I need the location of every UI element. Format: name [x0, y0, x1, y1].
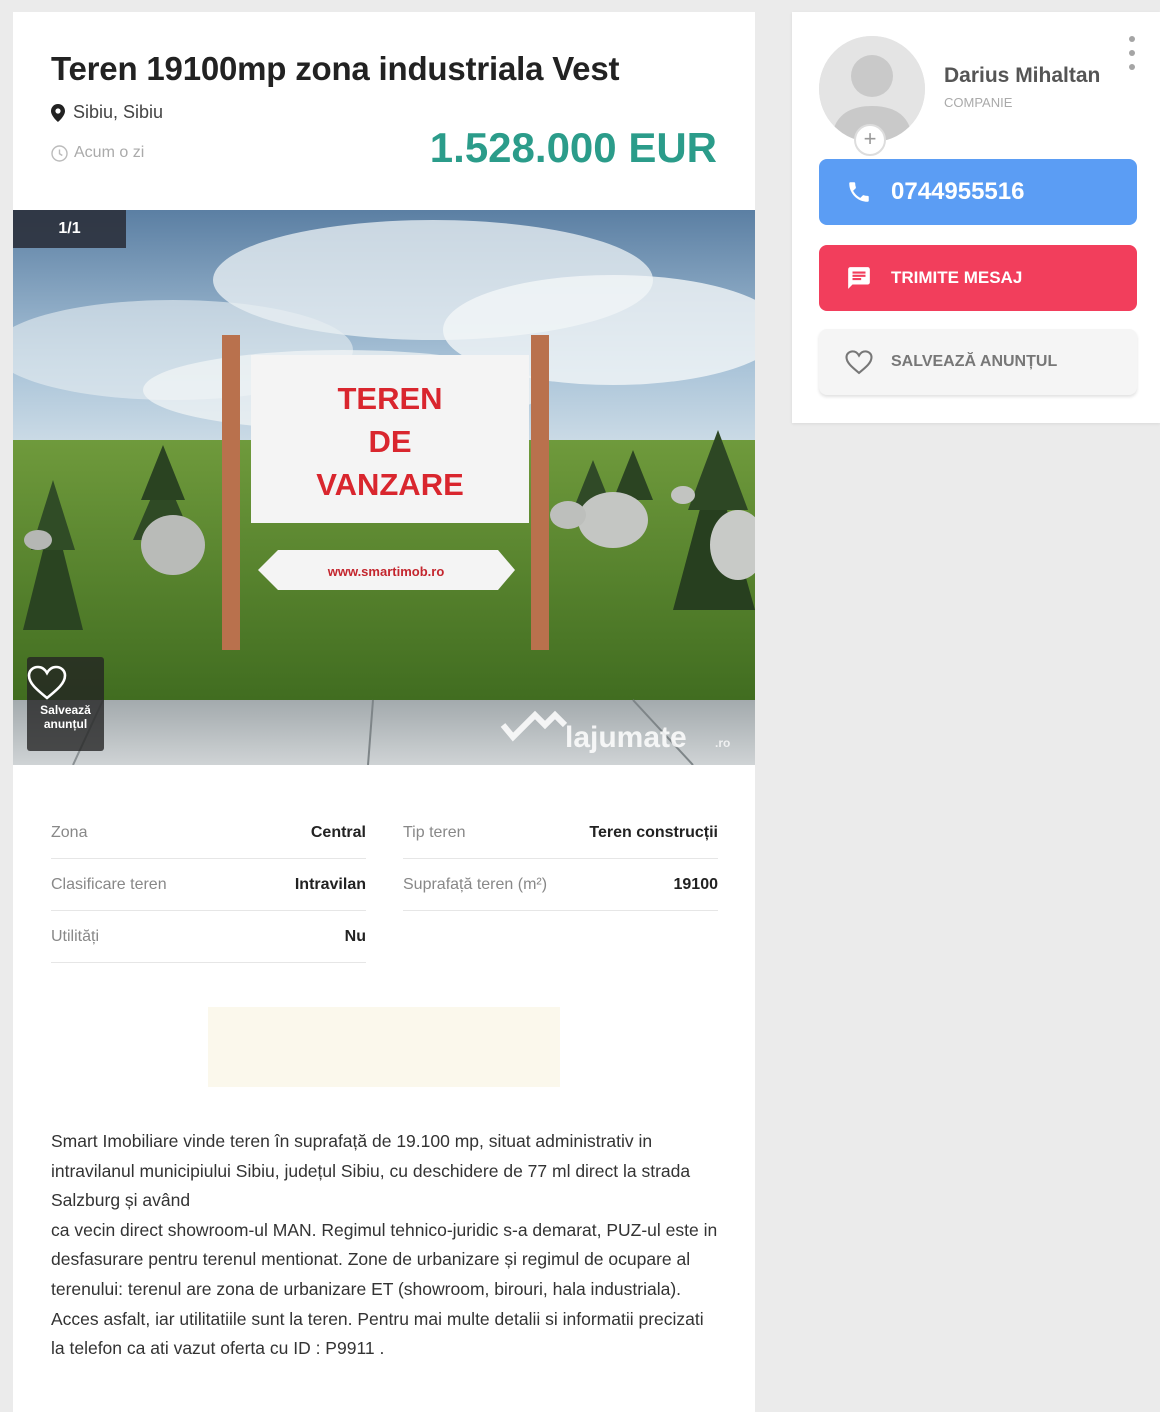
spec-row-zona: Zona Central — [51, 807, 366, 859]
phone-button[interactable]: 0744955516 — [819, 159, 1137, 225]
add-photo-icon[interactable]: + — [854, 124, 886, 156]
spec-value: Nu — [344, 927, 366, 945]
sign-url: www.smartimob.ro — [327, 564, 445, 579]
posted-time-text: Acum o zi — [74, 144, 145, 161]
listing-photo: TEREN DE VANZARE www.smartimob.ro lajuma… — [13, 210, 755, 765]
map-pin-icon — [51, 103, 65, 122]
sign-line-2: DE — [368, 424, 411, 459]
photo-gallery[interactable]: TEREN DE VANZARE www.smartimob.ro lajuma… — [13, 210, 755, 765]
spec-row-utilitati: Utilități Nu — [51, 911, 366, 963]
listing-title: Teren 19100mp zona industriala Vest — [51, 50, 620, 87]
save-listing-overlay-button[interactable]: Salvează anunțul — [27, 657, 104, 751]
spec-value: 19100 — [673, 875, 719, 893]
save-listing-label: SALVEAZĂ ANUNȚUL — [891, 353, 1058, 370]
listing-price: 1.528.000 EUR — [429, 124, 717, 171]
send-message-label: TRIMITE MESAJ — [891, 268, 1023, 287]
phone-icon — [845, 178, 873, 206]
spec-value: Teren construcții — [589, 823, 718, 841]
sign-line-1: TEREN — [337, 381, 442, 416]
more-vert-icon[interactable] — [1126, 36, 1138, 70]
photo-counter: 1/1 — [13, 210, 126, 248]
heart-icon — [27, 665, 67, 700]
sign-line-3: VANZARE — [316, 467, 464, 502]
listing-location: Sibiu, Sibiu — [51, 102, 163, 123]
spec-row-tip-teren: Tip teren Teren construcții — [403, 807, 718, 859]
spec-label: Utilități — [51, 927, 100, 945]
clock-icon — [51, 144, 68, 162]
spec-value: Central — [310, 823, 366, 841]
spec-label: Zona — [51, 823, 88, 841]
spec-label: Tip teren — [403, 823, 466, 841]
listing-posted-time: Acum o zi — [51, 144, 144, 162]
spec-row-suprafata: Suprafață teren (m²) 19100 — [403, 859, 718, 911]
spec-label: Clasificare teren — [51, 875, 167, 893]
spec-label: Suprafață teren (m²) — [403, 875, 548, 893]
heart-icon — [845, 348, 873, 376]
listing-description: Smart Imobiliare vinde teren în suprafaț… — [51, 1131, 718, 1359]
watermark-tld: .ro — [715, 736, 730, 750]
message-icon — [845, 264, 873, 292]
seller-name[interactable]: Darius Mihaltan — [944, 64, 1100, 88]
location-text: Sibiu, Sibiu — [73, 102, 164, 122]
watermark-text: lajumate — [565, 721, 687, 754]
spec-row-clasificare: Clasificare teren Intravilan — [51, 859, 366, 911]
save-listing-button[interactable]: SALVEAZĂ ANUNȚUL — [819, 329, 1137, 395]
ad-placeholder — [208, 1007, 560, 1087]
save-overlay-label: Salvează anunțul — [40, 703, 91, 731]
seller-type: COMPANIE — [944, 95, 1013, 110]
phone-number: 0744955516 — [891, 178, 1025, 205]
spec-value: Intravilan — [294, 875, 366, 893]
send-message-button[interactable]: TRIMITE MESAJ — [819, 245, 1137, 311]
listing-card: Teren 19100mp zona industriala Vest Sibi… — [13, 12, 755, 1412]
seller-card: + Darius Mihaltan COMPANIE 0744955516 TR… — [792, 12, 1160, 423]
